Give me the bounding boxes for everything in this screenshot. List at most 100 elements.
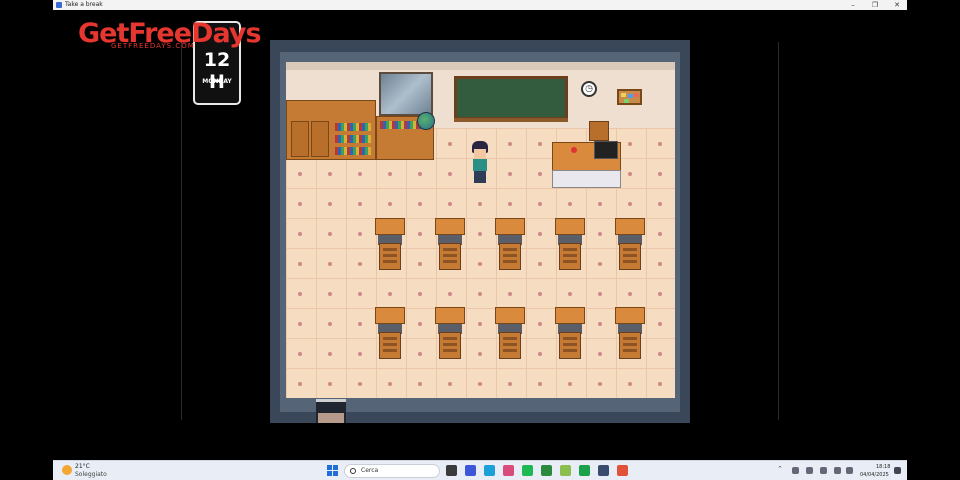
cabinet-door [311,121,329,157]
edge-icon[interactable] [484,465,495,476]
floor-tile-mark [418,202,422,206]
glass-display-case[interactable] [379,72,433,116]
student-desk[interactable] [375,218,405,270]
floor-tile-mark [568,202,572,206]
display-icon[interactable] [820,467,827,474]
floor-tile-mark [628,172,632,176]
chalkboard[interactable] [454,76,568,120]
wall-clock-icon: ◷ [581,81,597,97]
hud-day: MONDAY [202,78,232,85]
game-app-icon[interactable] [560,465,571,476]
search-icon [350,468,356,474]
student-desk[interactable] [615,307,645,359]
floor-tile-mark [328,202,332,206]
floor-tile-mark [538,232,542,236]
floor-tile-mark [658,322,662,326]
maximize-button[interactable]: ❐ [865,0,885,10]
notice-board[interactable] [617,89,642,105]
bookshelf-cabinet[interactable] [286,100,376,160]
floor-tile-mark [628,292,632,296]
floor-tile-mark [358,382,362,386]
taskbar: 21°C Soleggiato Cerca ^ 18:18 04/04/2025 [53,460,907,480]
floor-tile-mark [538,382,542,386]
weather-temp[interactable]: 21°C [75,463,90,470]
floor-tile-mark [358,262,362,266]
wall-trim [286,62,675,70]
floor-tile-mark [358,172,362,176]
book-row [335,135,371,143]
clock-date[interactable]: 04/04/2025 [860,472,889,478]
floor-tile-mark [358,292,362,296]
floor-tile-mark [598,292,602,296]
floor-tile-mark [418,262,422,266]
windows-start-icon[interactable] [327,465,338,476]
floor-tile-mark [538,292,542,296]
student-desk[interactable] [435,218,465,270]
letterbox-line-left [181,42,182,420]
student-desk[interactable] [495,307,525,359]
weather-condition[interactable]: Soleggiato [75,471,107,478]
floor-tile-mark [538,322,542,326]
file-explorer-icon[interactable] [446,465,457,476]
clock-time[interactable]: 18:18 [876,464,890,470]
volume-icon[interactable] [846,467,853,474]
xbox-icon[interactable] [541,465,552,476]
floor-tile-mark [298,322,302,326]
sun-icon[interactable] [62,465,72,475]
floor-tile-mark [388,292,392,296]
student-desk[interactable] [615,218,645,270]
floor-tile-mark [358,352,362,356]
sync-icon[interactable] [579,465,590,476]
minimize-button[interactable]: – [843,0,863,10]
floor-tile-mark [658,232,662,236]
teacher-chair [589,121,609,141]
snipping-icon[interactable] [617,465,628,476]
floor-tile-mark [658,292,662,296]
spotify-icon[interactable] [522,465,533,476]
floor-tile-mark [418,382,422,386]
floor-tile-mark [328,262,332,266]
taskbar-search[interactable]: Cerca [344,464,440,478]
floor-tile-mark [388,382,392,386]
floor-tile-mark [478,382,482,386]
computer-monitor[interactable] [594,141,618,159]
floor-tile-mark [598,202,602,206]
active-game-icon[interactable] [598,465,609,476]
floor-tile-mark [298,352,302,356]
floor-tile-mark [538,172,542,176]
globe-icon[interactable] [417,112,435,130]
floor-tile-mark [358,232,362,236]
floor-tile-mark [658,202,662,206]
browser-icon[interactable] [465,465,476,476]
chevron-up-icon[interactable]: ^ [778,466,782,472]
student-desk[interactable] [435,307,465,359]
player-character[interactable] [470,141,490,185]
floor-tile-mark [328,292,332,296]
floor-tile-mark [448,382,452,386]
mic-icon[interactable] [806,467,813,474]
window-titlebar: Take a break – ❐ ✕ [53,0,907,10]
student-desk[interactable] [375,307,405,359]
window-title: Take a break [65,1,103,8]
hud-hour: 12 H [203,49,231,93]
player-shirt [473,159,487,171]
chat-icon[interactable] [503,465,514,476]
floor-tile-mark [598,232,602,236]
cloud-icon[interactable] [792,467,799,474]
floor-tile-mark [478,262,482,266]
floor-tile-mark [508,142,512,146]
floor-tile-mark [478,232,482,236]
floor-tile-mark [658,382,662,386]
student-desk[interactable] [555,218,585,270]
wifi-icon[interactable] [834,467,841,474]
floor-tile-mark [628,142,632,146]
close-button[interactable]: ✕ [887,0,907,10]
floor-tile-mark [628,202,632,206]
chalkboard-ledge [454,118,568,122]
floor-tile-mark [298,172,302,176]
student-desk[interactable] [555,307,585,359]
floor-tile-mark [418,322,422,326]
student-desk[interactable] [495,218,525,270]
floor-tile-mark [328,382,332,386]
notification-icon[interactable] [894,467,901,474]
